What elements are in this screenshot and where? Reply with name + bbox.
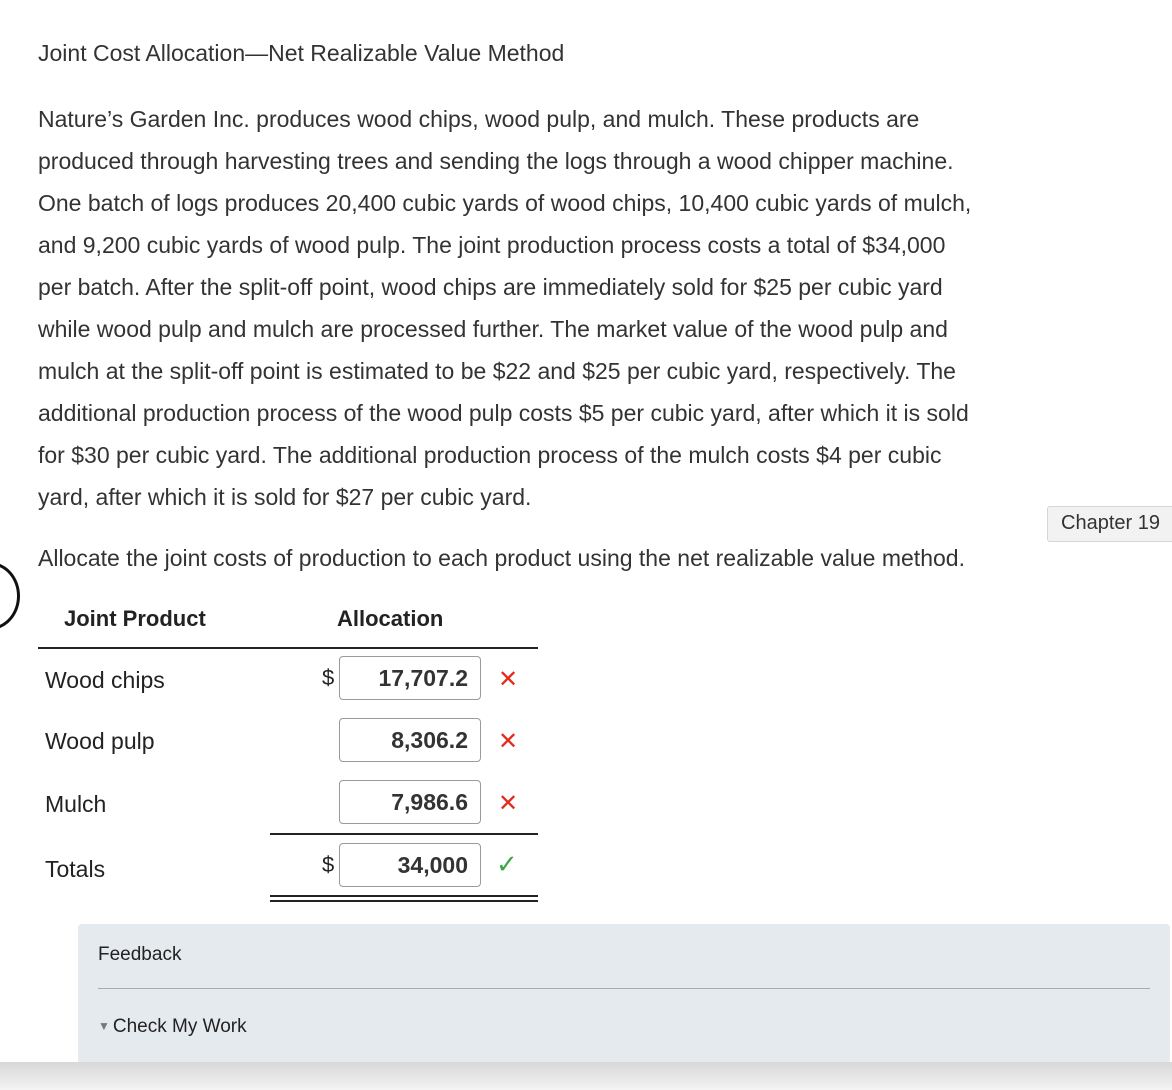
problem-text: Nature’s Garden Inc. produces wood chips… [38, 98, 1164, 518]
header-underline [38, 647, 538, 649]
dollar-sign: $ [322, 852, 335, 877]
problem-line: and 9,200 cubic yards of wood pulp. The … [38, 232, 946, 258]
page-title: Joint Cost Allocation—Net Realizable Val… [38, 40, 565, 66]
correct-check-icon: ✓ [496, 849, 518, 879]
problem-line: for $30 per cubic yard. The additional p… [38, 442, 942, 468]
feedback-divider [98, 988, 1150, 989]
problem-line: additional production process of the woo… [38, 400, 969, 426]
double-underline-top [270, 895, 538, 897]
feedback-label: Feedback [98, 944, 182, 965]
check-my-work-label: Check My Work [112, 1016, 247, 1037]
problem-line: Nature’s Garden Inc. produces wood chips… [38, 106, 920, 132]
mulch-allocation-input[interactable]: 7,986.6 [339, 780, 481, 824]
problem-line: mulch at the split-off point is estimate… [38, 358, 956, 384]
totals-allocation-input[interactable]: 34,000 [339, 843, 481, 887]
problem-line: produced through harvesting trees and se… [38, 148, 954, 174]
triangle-down-icon: ▼ [98, 1019, 110, 1033]
row-label-wood-pulp: Wood pulp [45, 728, 155, 754]
incorrect-icon: ✕ [498, 790, 519, 817]
row-label-mulch: Mulch [45, 791, 107, 817]
row-label-wood-chips: Wood chips [45, 667, 165, 693]
row-label-totals: Totals [45, 856, 106, 882]
dollar-sign: $ [322, 665, 335, 690]
circle-edge-icon [0, 562, 20, 630]
incorrect-icon: ✕ [498, 728, 519, 755]
instruction-text: Allocate the joint costs of production t… [38, 545, 965, 571]
problem-line: yard, after which it is sold for $27 per… [38, 484, 532, 510]
bottom-scroll-edge [0, 1062, 1172, 1090]
problem-line: while wood pulp and mulch are processed … [38, 316, 948, 342]
problem-line: per batch. After the split-off point, wo… [38, 274, 943, 300]
problem-line: One batch of logs produces 20,400 cubic … [38, 190, 972, 216]
incorrect-icon: ✕ [498, 666, 519, 693]
wood-pulp-allocation-input[interactable]: 8,306.2 [339, 718, 481, 762]
header-allocation: Allocation [337, 606, 444, 631]
wood-chips-allocation-input[interactable]: 17,707.2 [339, 656, 481, 700]
chapter-tab[interactable]: Chapter 19 [1047, 506, 1172, 542]
totals-rule [270, 833, 538, 835]
feedback-panel: Feedback ▼ Check My Work [78, 924, 1170, 1064]
double-underline-bottom [270, 900, 538, 902]
check-my-work-toggle[interactable]: ▼ Check My Work [98, 1016, 247, 1038]
header-joint-product: Joint Product [64, 606, 206, 631]
